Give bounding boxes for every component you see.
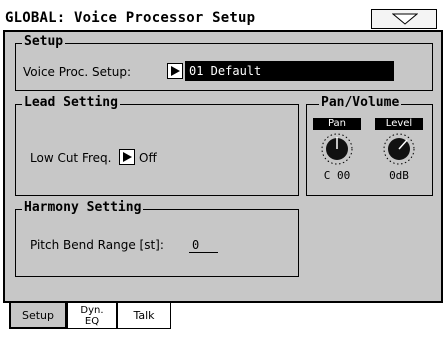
low-cut-freq-arrow-button[interactable] xyxy=(119,149,135,165)
pan-value: C 00 xyxy=(323,169,351,182)
title-bar: GLOBAL: Voice Processor Setup xyxy=(3,6,439,32)
tab-dyn-eq-label-line2: EQ xyxy=(84,316,100,327)
lead-setting-title: Lead Setting xyxy=(22,95,120,111)
pan-label: Pan xyxy=(313,118,361,130)
tab-talk[interactable]: Talk xyxy=(117,303,171,329)
setup-group: Setup Voice Proc. Setup: 01 Default xyxy=(15,34,433,91)
pan-knob-icon[interactable] xyxy=(321,133,353,165)
level-label: Level xyxy=(375,118,423,130)
low-cut-freq-label: Low Cut Freq. xyxy=(30,151,112,165)
lead-setting-group: Lead Setting Low Cut Freq. Off xyxy=(15,95,299,196)
tab-dyn-eq[interactable]: Dyn. EQ xyxy=(67,303,117,329)
tab-setup[interactable]: Setup xyxy=(9,303,67,329)
tab-setup-label: Setup xyxy=(21,309,55,322)
tab-talk-label: Talk xyxy=(133,309,155,322)
pan-volume-title: Pan/Volume xyxy=(319,95,402,111)
harmony-setting-title: Harmony Setting xyxy=(22,200,144,216)
voice-processor-screen: GLOBAL: Voice Processor Setup Setup Voic… xyxy=(0,0,446,338)
voice-proc-setup-value[interactable]: 01 Default xyxy=(185,61,394,81)
pitch-bend-range-label: Pitch Bend Range [st]: xyxy=(30,238,164,252)
triangle-right-icon xyxy=(123,152,132,162)
level-knob-icon[interactable] xyxy=(383,133,415,165)
voice-proc-setup-arrow-button[interactable] xyxy=(167,63,183,79)
triangle-right-icon xyxy=(171,66,180,76)
main-panel: Setup Voice Proc. Setup: 01 Default Lead… xyxy=(3,30,443,303)
pan-volume-group: Pan/Volume Pan C 00 Level 0dB xyxy=(306,95,433,196)
page-menu-button[interactable] xyxy=(371,9,437,29)
pitch-bend-range-value[interactable]: 0 xyxy=(189,238,218,253)
setup-group-title: Setup xyxy=(22,34,66,50)
harmony-setting-group: Harmony Setting Pitch Bend Range [st]: 0 xyxy=(15,200,299,277)
triangle-down-icon xyxy=(392,13,418,25)
tab-bar: Setup Dyn. EQ Talk xyxy=(0,303,446,333)
tab-dyn-eq-label-line1: Dyn. xyxy=(80,305,104,316)
voice-proc-setup-label: Voice Proc. Setup: xyxy=(23,65,131,79)
page-title: GLOBAL: Voice Processor Setup xyxy=(5,10,256,26)
low-cut-freq-value[interactable]: Off xyxy=(139,151,157,165)
level-value: 0dB xyxy=(389,169,409,182)
